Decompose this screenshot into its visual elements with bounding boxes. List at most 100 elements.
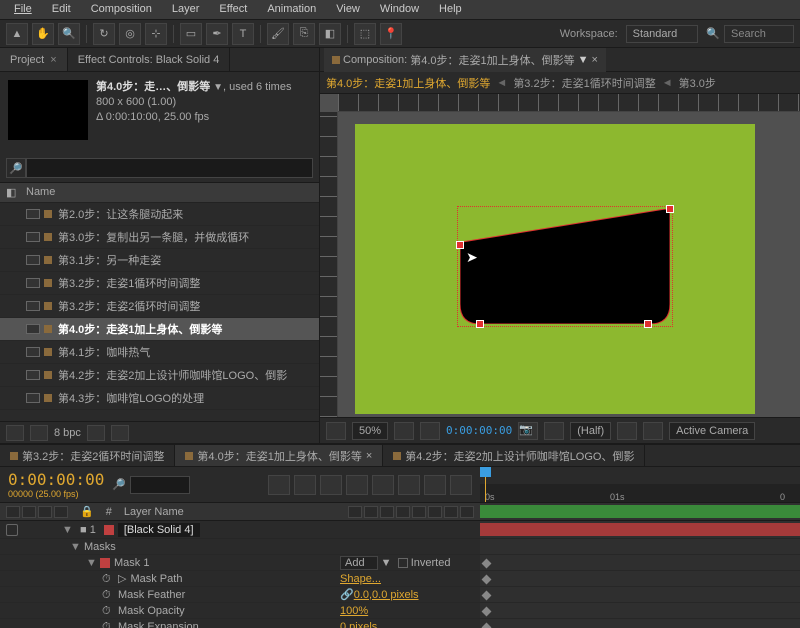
keyframe-icon[interactable] bbox=[482, 623, 492, 628]
eraser-tool[interactable]: ◧ bbox=[319, 23, 341, 45]
pen-tool[interactable]: ✒ bbox=[206, 23, 228, 45]
camera-select[interactable]: Active Camera bbox=[669, 422, 755, 440]
project-item[interactable]: 第4.0步：走姿1加上身体、倒影等 bbox=[0, 318, 319, 341]
grid-button[interactable] bbox=[394, 422, 414, 440]
inverted-checkbox[interactable] bbox=[398, 558, 408, 568]
tab-composition[interactable]: Composition: 第4.0步：走姿1加上身体、倒影等 ▼ × bbox=[324, 48, 606, 72]
playhead[interactable] bbox=[485, 467, 486, 502]
menu-view[interactable]: View bbox=[326, 0, 370, 19]
close-icon[interactable]: × bbox=[592, 54, 598, 66]
stopwatch-icon[interactable]: ⏱ bbox=[102, 589, 114, 601]
channel-button[interactable] bbox=[544, 422, 564, 440]
time-ruler[interactable]: 0s 01s 0 bbox=[480, 467, 800, 502]
menu-effect[interactable]: Effect bbox=[209, 0, 257, 19]
rectangle-tool[interactable]: ▭ bbox=[180, 23, 202, 45]
keyframe-icon[interactable] bbox=[482, 607, 492, 617]
twirl-icon[interactable]: ▼ bbox=[86, 557, 96, 569]
roto-tool[interactable]: ⬚ bbox=[354, 23, 376, 45]
mask-toggle-button[interactable] bbox=[420, 422, 440, 440]
auto-keyframe-button[interactable] bbox=[424, 475, 446, 495]
snapshot-button[interactable]: 📷 bbox=[518, 422, 538, 440]
layer-color[interactable] bbox=[104, 525, 114, 535]
stopwatch-icon[interactable]: ⏱ bbox=[102, 621, 114, 628]
project-list[interactable]: 第2.0步：让这条腿动起来第3.0步：复制出另一条腿，并做成循环第3.1步：另一… bbox=[0, 203, 319, 421]
current-time[interactable]: 0:00:00:00 bbox=[446, 424, 512, 437]
transparency-grid-button[interactable] bbox=[643, 422, 663, 440]
selection-tool[interactable]: ▲ bbox=[6, 23, 28, 45]
mask-name[interactable]: Mask 1 bbox=[114, 557, 149, 569]
resolution-select[interactable]: (Half) bbox=[570, 422, 611, 440]
layer-name[interactable]: [Black Solid 4] bbox=[118, 523, 200, 537]
frame-blend-button[interactable] bbox=[346, 475, 368, 495]
timeline-tab[interactable]: 第4.0步：走姿1加上身体、倒影等 × bbox=[175, 445, 383, 466]
search-input[interactable]: Search bbox=[724, 25, 794, 43]
menu-file[interactable]: File bbox=[4, 0, 42, 19]
search-icon[interactable]: 🔎 bbox=[112, 478, 126, 491]
zoom-tool[interactable]: 🔍 bbox=[58, 23, 80, 45]
menu-window[interactable]: Window bbox=[370, 0, 429, 19]
project-item[interactable]: 第3.2步：走姿2循环时间调整 bbox=[0, 295, 319, 318]
interpret-footage-button[interactable] bbox=[6, 425, 24, 441]
twirl-icon[interactable]: ▼ bbox=[70, 541, 80, 553]
new-comp-button[interactable] bbox=[87, 425, 105, 441]
close-icon[interactable]: × bbox=[50, 54, 56, 66]
menu-help[interactable]: Help bbox=[429, 0, 472, 19]
project-item[interactable]: 第4.2步：走姿2加上设计师咖啡馆LOGO、倒影 bbox=[0, 364, 319, 387]
vertex-handle[interactable] bbox=[644, 320, 652, 328]
comp-mini-flowchart-button[interactable] bbox=[268, 475, 290, 495]
project-search-input[interactable] bbox=[26, 158, 313, 178]
layer-search-input[interactable] bbox=[130, 476, 190, 494]
puppet-tool[interactable]: 📍 bbox=[380, 23, 402, 45]
timeline-tab[interactable]: 第4.2步：走姿2加上设计师咖啡馆LOGO、倒影 bbox=[383, 445, 645, 466]
bpc-toggle[interactable]: 8 bpc bbox=[54, 427, 81, 439]
project-item[interactable]: 第4.3步：咖啡馆LOGO的处理 bbox=[0, 387, 319, 410]
type-column-icon[interactable]: ◧ bbox=[6, 186, 26, 199]
text-tool[interactable]: T bbox=[232, 23, 254, 45]
composition-canvas[interactable]: ➤ bbox=[355, 124, 755, 414]
vertex-handle[interactable] bbox=[456, 241, 464, 249]
av-features-columns[interactable] bbox=[6, 506, 68, 518]
new-folder-button[interactable] bbox=[30, 425, 48, 441]
mask-opacity-value[interactable]: 100% bbox=[340, 605, 368, 617]
clone-tool[interactable]: ⎘ bbox=[293, 23, 315, 45]
delete-button[interactable] bbox=[111, 425, 129, 441]
project-item[interactable]: 第3.2步：走姿1循环时间调整 bbox=[0, 272, 319, 295]
menu-layer[interactable]: Layer bbox=[162, 0, 210, 19]
mask-color-icon[interactable] bbox=[100, 558, 110, 568]
motion-blur-button[interactable] bbox=[372, 475, 394, 495]
rotate-tool[interactable]: ↻ bbox=[93, 23, 115, 45]
tab-effect-controls[interactable]: Effect Controls: Black Solid 4 bbox=[68, 48, 231, 71]
vertex-handle[interactable] bbox=[666, 205, 674, 213]
twirl-icon[interactable]: ▼ bbox=[62, 524, 72, 536]
name-column[interactable]: Name bbox=[26, 186, 55, 199]
workspace-select[interactable]: Standard bbox=[626, 25, 699, 43]
visibility-toggle[interactable] bbox=[6, 524, 18, 536]
pan-behind-tool[interactable]: ⊹ bbox=[145, 23, 167, 45]
menu-animation[interactable]: Animation bbox=[257, 0, 326, 19]
switches-columns[interactable] bbox=[348, 506, 474, 518]
brush-tool[interactable]: 🖌 bbox=[267, 23, 289, 45]
tab-project[interactable]: Project× bbox=[0, 48, 68, 71]
project-item[interactable]: 第4.1步：咖啡热气 bbox=[0, 341, 319, 364]
mask-expansion-value[interactable]: 0 pixels bbox=[340, 621, 377, 628]
keyframe-icon[interactable] bbox=[482, 575, 492, 585]
camera-tool[interactable]: ◎ bbox=[119, 23, 141, 45]
mask-path-value[interactable]: Shape... bbox=[340, 573, 381, 585]
layer-duration-bar[interactable] bbox=[480, 523, 800, 536]
timeline-tab[interactable]: 第3.2步：走姿2循环时间调整 bbox=[0, 445, 175, 466]
mask-feather-value[interactable]: 0.0,0.0 pixels bbox=[354, 589, 419, 601]
project-item[interactable]: 第3.1步：另一种走姿 bbox=[0, 249, 319, 272]
keyframe-icon[interactable] bbox=[482, 559, 492, 569]
zoom-select[interactable]: 50% bbox=[352, 422, 388, 440]
stopwatch-icon[interactable]: ⏱ bbox=[102, 605, 114, 617]
menu-edit[interactable]: Edit bbox=[42, 0, 81, 19]
current-time-display[interactable]: 0:00:00:00 bbox=[8, 470, 104, 489]
menu-composition[interactable]: Composition bbox=[81, 0, 162, 19]
shy-button[interactable] bbox=[320, 475, 342, 495]
mask-mode-select[interactable]: Add bbox=[340, 556, 378, 570]
keyframe-icon[interactable] bbox=[482, 591, 492, 601]
flowchart-breadcrumb[interactable]: 第4.0步：走姿1加上身体、倒影等 ◄ 第3.2步：走姿1循环时间调整 ◄ 第3… bbox=[320, 72, 800, 94]
brainstorm-button[interactable] bbox=[398, 475, 420, 495]
close-icon[interactable]: × bbox=[366, 450, 372, 462]
project-item[interactable]: 第3.0步：复制出另一条腿，并做成循环 bbox=[0, 226, 319, 249]
